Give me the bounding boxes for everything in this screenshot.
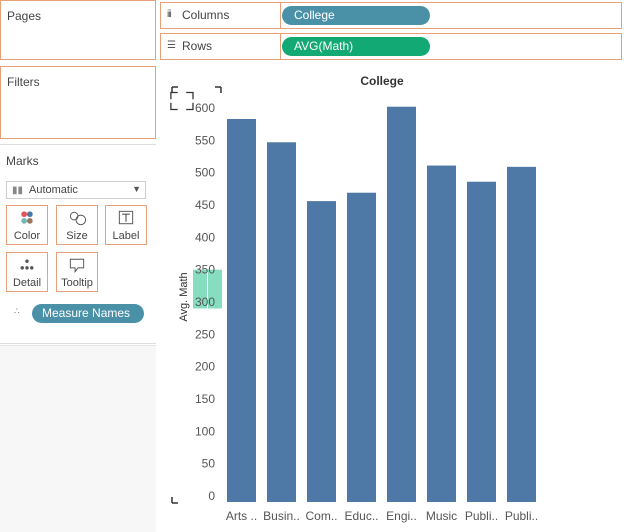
- y-tick-label: 300: [195, 295, 215, 309]
- bar[interactable]: [427, 165, 456, 502]
- x-category-label: Com..: [305, 509, 337, 523]
- size-icon: [69, 211, 87, 226]
- x-axis: Arts .. Busin.. Com.. Educ.. Engi.. Music Publ…: [226, 509, 538, 523]
- detail-label: Detail: [12, 277, 42, 289]
- rows-label: Rows: [182, 39, 213, 53]
- fit-view-icon[interactable]: [170, 91, 194, 111]
- x-category-label: Publi..: [465, 509, 498, 523]
- y-tick-label: 0: [208, 489, 215, 503]
- chevron-down-icon: ▼: [132, 184, 141, 194]
- college-pill[interactable]: College: [282, 6, 430, 25]
- mark-type-label: Automatic: [29, 184, 78, 196]
- mark-type-dropdown[interactable]: ▮▮ Automatic ▼: [6, 181, 146, 199]
- marks-title: Marks: [6, 154, 39, 168]
- pages-card[interactable]: Pages: [0, 0, 156, 60]
- bars: [227, 106, 536, 503]
- bar-chart-icon: ▮▮: [12, 185, 24, 196]
- y-tick-label: 350: [195, 263, 215, 277]
- y-tick-label: 400: [195, 230, 215, 244]
- y-tick-label: 450: [195, 198, 215, 212]
- bar[interactable]: [227, 118, 256, 502]
- shelf-divider: [280, 3, 281, 28]
- x-category-label: Busin..: [263, 509, 300, 523]
- bar[interactable]: [507, 166, 536, 502]
- text-label-icon: [118, 210, 134, 225]
- color-button[interactable]: Color: [6, 205, 48, 245]
- filters-title: Filters: [7, 75, 40, 89]
- tooltip-label: Tooltip: [61, 277, 93, 289]
- x-category-label: Educ..: [344, 509, 378, 523]
- label-label: Label: [112, 230, 140, 242]
- rows-icon: ☰: [167, 40, 176, 51]
- y-tick-label: 600: [195, 101, 215, 115]
- y-tick-label: 550: [195, 133, 215, 147]
- bar[interactable]: [307, 201, 336, 502]
- y-axis: 0 50 100 150 200 250 300 350 400 450 500 550 600: [195, 101, 215, 503]
- bar-chart: College 0 50 100 150 200 250 300 350 400 450 500 55…: [170, 74, 538, 523]
- size-label: Size: [66, 230, 88, 242]
- y-tick-label: 200: [195, 360, 215, 374]
- x-category-label: Arts ..: [226, 509, 257, 523]
- tooltip-icon: [69, 258, 85, 273]
- left-panel-background: [0, 345, 156, 532]
- measure-names-pill[interactable]: Measure Names: [32, 304, 144, 323]
- label-button[interactable]: Label: [105, 205, 147, 245]
- filters-card[interactable]: Filters: [0, 66, 156, 139]
- y-tick-label: 150: [195, 392, 215, 406]
- column-header: College: [360, 74, 404, 88]
- dots-icon: ∴: [14, 306, 20, 316]
- y-tick-label: 50: [202, 457, 216, 471]
- rows-shelf[interactable]: ☰ Rows AVG(Math): [160, 33, 622, 60]
- y-tick-label: 500: [195, 166, 215, 180]
- detail-button[interactable]: Detail: [6, 252, 48, 292]
- bar[interactable]: [387, 106, 416, 502]
- color-label: Color: [13, 230, 41, 242]
- bar[interactable]: [467, 181, 496, 502]
- columns-icon: iii: [167, 9, 172, 20]
- color-icon: [21, 211, 33, 224]
- size-button[interactable]: Size: [56, 205, 98, 245]
- x-category-label: Engi..: [386, 509, 417, 523]
- shelf-divider: [280, 34, 281, 59]
- chart-view[interactable]: College 0 50 100 150 200 250 300 350 400 450 500 55…: [160, 65, 624, 532]
- y-axis-title: Avg. Math: [178, 272, 190, 321]
- columns-label: Columns: [182, 8, 230, 22]
- bar[interactable]: [267, 142, 296, 503]
- tooltip-button[interactable]: Tooltip: [56, 252, 98, 292]
- avg-math-pill[interactable]: AVG(Math): [282, 37, 430, 56]
- columns-shelf[interactable]: iii Columns College: [160, 2, 622, 29]
- y-tick-label: 250: [195, 327, 215, 341]
- pages-title: Pages: [7, 9, 42, 23]
- bar[interactable]: [347, 192, 376, 503]
- y-tick-label: 100: [195, 424, 215, 438]
- x-category-label: Music: [426, 509, 457, 523]
- detail-icon: [20, 259, 34, 270]
- x-category-label: Publi..: [505, 509, 538, 523]
